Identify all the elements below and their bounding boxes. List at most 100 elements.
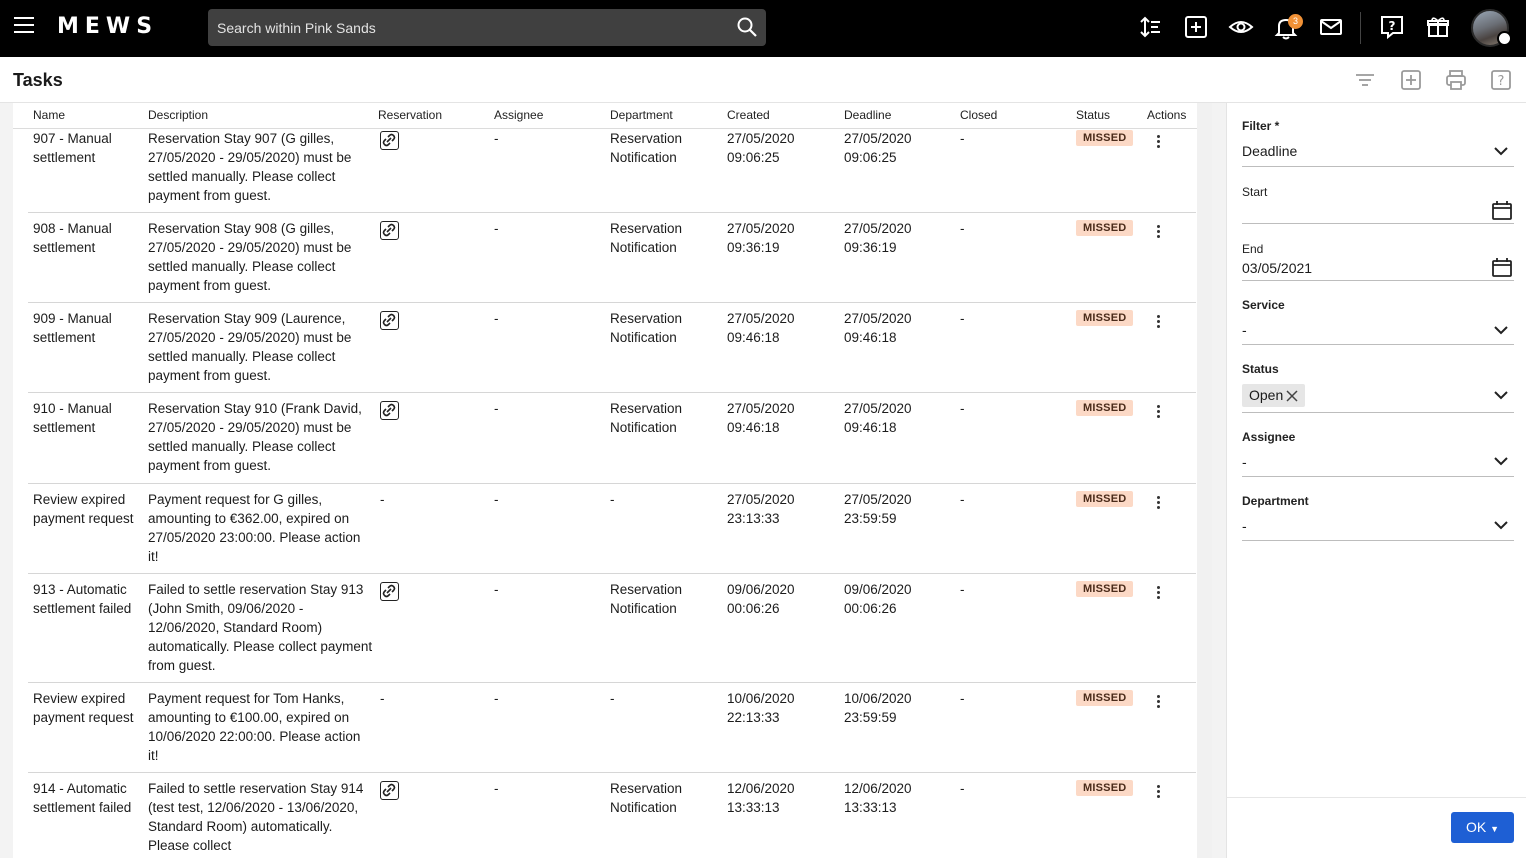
column-department[interactable]: Department [610,108,673,122]
avatar-status-dot [1497,31,1512,46]
filter-icon[interactable] [1354,69,1376,91]
status-badge: MISSED [1076,310,1134,326]
status-badge: MISSED [1076,690,1134,706]
more-actions-icon[interactable] [1151,586,1165,604]
task-name[interactable]: Review expired payment request [33,689,143,727]
chevron-down-icon[interactable] [1493,390,1509,400]
more-actions-icon[interactable] [1151,496,1165,514]
task-name[interactable]: 908 - Manual settlement [33,219,143,257]
caret-down-icon: ▼ [1490,824,1500,834]
task-name[interactable]: 913 - Automatic settlement failed [33,580,143,618]
column-created[interactable]: Created [727,108,770,122]
reservation-link-icon[interactable] [380,221,399,240]
table-row[interactable]: 913 - Automatic settlement failed Failed… [28,574,1196,683]
more-actions-icon[interactable] [1151,695,1165,713]
task-closed: - [960,691,965,706]
table-row[interactable]: Review expired payment request Payment r… [28,484,1196,574]
status-chip-label: Open [1249,387,1284,403]
page-help-icon[interactable]: ? [1490,69,1512,91]
task-name[interactable]: 909 - Manual settlement [33,309,143,347]
column-description[interactable]: Description [148,108,208,122]
task-assignee: - [494,221,499,236]
search-input[interactable]: Search within Pink Sands [208,9,766,46]
table-row[interactable]: Review expired payment request Payment r… [28,683,1196,773]
more-actions-icon[interactable] [1151,315,1165,333]
column-assignee[interactable]: Assignee [494,108,543,122]
table-scrollbar[interactable] [1197,103,1212,858]
page-title: Tasks [13,70,63,90]
search-placeholder: Search within Pink Sands [217,20,376,36]
filter-select[interactable]: Deadline [1242,143,1297,159]
status-underline [1242,412,1514,413]
assignee-select[interactable]: - [1242,454,1247,470]
column-name[interactable]: Name [33,108,65,122]
end-underline [1242,280,1514,281]
task-deadline: 12/06/2020 13:33:13 [844,781,912,815]
task-department: Reservation Notification [610,781,683,815]
calendar-icon[interactable] [1492,201,1512,220]
more-actions-icon[interactable] [1151,785,1165,803]
add-icon[interactable] [1183,14,1209,40]
menu-icon[interactable] [14,17,36,35]
column-closed[interactable]: Closed [960,108,997,122]
reservation-link-icon[interactable] [380,311,399,330]
eye-icon[interactable] [1228,14,1254,40]
end-date-input[interactable]: 03/05/2021 [1242,260,1312,276]
ok-button[interactable]: OK ▼ [1451,812,1514,843]
column-deadline[interactable]: Deadline [844,108,891,122]
service-select[interactable]: - [1242,322,1247,338]
reservation-link-icon[interactable] [380,781,399,800]
more-actions-icon[interactable] [1151,405,1165,423]
department-underline [1242,540,1514,541]
task-created: 09/06/2020 00:06:26 [727,582,795,616]
task-description: Reservation Stay 908 (G gilles, 27/05/20… [148,221,352,293]
table-row[interactable]: 914 - Automatic settlement failed Failed… [28,773,1196,858]
table-row[interactable]: 907 - Manual settlement Reservation Stay… [28,129,1196,213]
sort-icon[interactable] [1138,14,1164,40]
more-actions-icon[interactable] [1151,135,1165,153]
search-icon[interactable] [736,16,758,38]
calendar-icon[interactable] [1492,258,1512,277]
filter-panel: Filter * Deadline Start End 03/05/2021 S… [1226,103,1526,858]
column-status[interactable]: Status [1076,108,1110,122]
mail-icon[interactable] [1318,14,1344,40]
reservation-link-icon[interactable] [380,131,399,150]
toolbar-divider [1360,12,1361,44]
task-closed: - [960,492,965,507]
more-actions-icon[interactable] [1151,225,1165,243]
mews-logo[interactable]: MEWS [57,14,158,39]
table-row[interactable]: 909 - Manual settlement Reservation Stay… [28,303,1196,393]
panel-footer-divider [1227,797,1526,798]
task-name[interactable]: Review expired payment request [33,490,143,528]
status-chip[interactable]: Open [1242,384,1306,407]
chevron-down-icon[interactable] [1493,520,1509,530]
chevron-down-icon[interactable] [1493,325,1509,335]
task-name[interactable]: 907 - Manual settlement [33,129,143,167]
help-icon[interactable]: ? [1379,14,1405,40]
task-name[interactable]: 914 - Automatic settlement failed [33,779,143,817]
task-deadline: 27/05/2020 09:06:25 [844,131,912,165]
page-header: Tasks ? [0,57,1526,103]
start-label: Start [1242,185,1268,199]
assignee-label: Assignee [1242,430,1296,444]
column-actions: Actions [1147,108,1187,122]
chevron-down-icon[interactable] [1493,146,1509,156]
print-icon[interactable] [1445,69,1467,91]
gift-icon[interactable] [1425,14,1451,40]
add-task-icon[interactable] [1400,69,1422,91]
task-assignee: - [494,401,499,416]
task-reservation: - [380,691,385,706]
column-reservation[interactable]: Reservation [378,108,442,122]
task-name[interactable]: 910 - Manual settlement [33,399,143,437]
department-select[interactable]: - [1242,518,1247,534]
chevron-down-icon[interactable] [1493,456,1509,466]
status-badge: MISSED [1076,130,1134,146]
end-label: End [1242,242,1264,256]
task-department: - [610,691,615,706]
task-assignee: - [494,131,499,146]
close-icon[interactable] [1286,390,1298,402]
table-row[interactable]: 908 - Manual settlement Reservation Stay… [28,213,1196,303]
reservation-link-icon[interactable] [380,582,399,601]
table-row[interactable]: 910 - Manual settlement Reservation Stay… [28,393,1196,484]
reservation-link-icon[interactable] [380,401,399,420]
